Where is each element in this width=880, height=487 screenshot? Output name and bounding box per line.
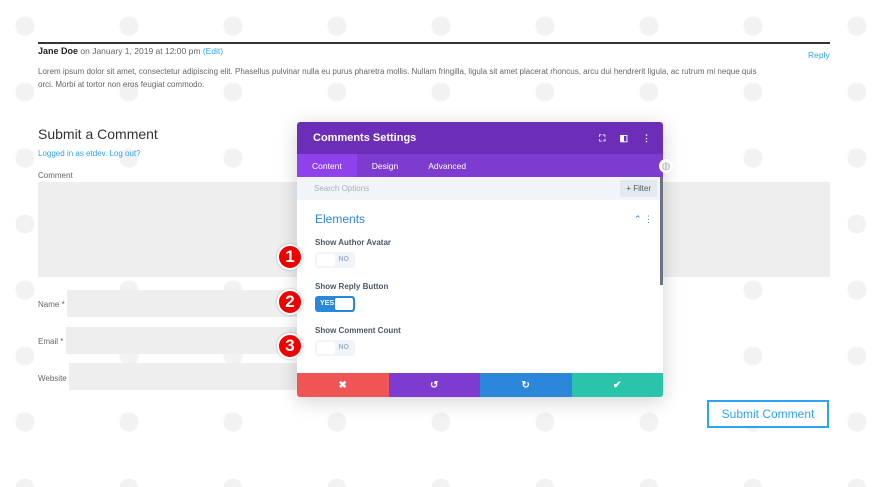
comment-divider bbox=[38, 42, 830, 44]
discard-button[interactable]: ✖ bbox=[297, 373, 389, 397]
undo-button[interactable]: ↺ bbox=[388, 373, 480, 397]
redo-icon: ↻ bbox=[521, 379, 530, 391]
website-input[interactable] bbox=[69, 363, 302, 390]
filter-button[interactable]: + Filter bbox=[620, 180, 657, 197]
reply-link[interactable]: Reply bbox=[808, 50, 830, 60]
option-label-author-avatar: Show Author Avatar bbox=[315, 238, 392, 247]
name-input[interactable] bbox=[67, 290, 302, 317]
chevron-up-icon[interactable]: ⌃ bbox=[634, 214, 642, 224]
comment-meta: Jane Doe on January 1, 2019 at 12:00 pm … bbox=[38, 46, 223, 56]
option-label-reply-button: Show Reply Button bbox=[315, 282, 389, 291]
form-title: Submit a Comment bbox=[38, 126, 158, 142]
search-placeholder: Search Options bbox=[314, 184, 370, 193]
modal-footer: ✖ ↺ ↻ ✔ bbox=[297, 373, 663, 397]
logged-in-link[interactable]: Logged in as etdev. Log out? bbox=[38, 149, 141, 158]
search-options-input[interactable]: Search Options + Filter bbox=[297, 177, 663, 200]
comments-settings-modal: Comments Settings ⛶ ◧ ⋮ Content Design Adv… bbox=[297, 122, 663, 397]
undo-icon: ↺ bbox=[430, 379, 439, 391]
toggle-state: NO bbox=[338, 344, 350, 351]
edit-link[interactable]: (Edit) bbox=[203, 46, 223, 56]
section-controls: ⌃ ⋮ bbox=[634, 214, 653, 225]
modal-tabs: Content Design Advanced bbox=[297, 154, 663, 177]
save-button[interactable]: ✔ bbox=[571, 373, 663, 397]
option-label-comment-count: Show Comment Count bbox=[315, 326, 401, 335]
toggle-state: YES bbox=[320, 300, 335, 307]
comment-author: Jane Doe bbox=[38, 46, 79, 56]
redo-button[interactable]: ↻ bbox=[480, 373, 572, 397]
globe-icon[interactable]: ◍ bbox=[659, 159, 673, 173]
email-label: Email * bbox=[38, 337, 64, 346]
tab-content[interactable]: Content bbox=[297, 154, 357, 177]
section-menu-icon[interactable]: ⋮ bbox=[644, 214, 653, 224]
comment-count-toggle[interactable]: NO bbox=[315, 340, 355, 356]
email-input[interactable] bbox=[66, 327, 302, 354]
name-label: Name * bbox=[38, 300, 65, 309]
tab-advanced[interactable]: Advanced bbox=[413, 154, 481, 177]
author-avatar-toggle[interactable]: NO bbox=[315, 252, 355, 268]
toggle-state: NO bbox=[338, 256, 350, 263]
modal-title: Comments Settings bbox=[313, 132, 417, 144]
comment-date: on January 1, 2019 at 12:00 pm bbox=[78, 46, 203, 56]
modal-header: Comments Settings ⛶ ◧ ⋮ bbox=[297, 122, 663, 154]
marker-2: 2 bbox=[277, 289, 303, 315]
website-label: Website bbox=[38, 374, 67, 383]
more-options-icon[interactable]: ⋮ bbox=[642, 133, 651, 144]
check-icon: ✔ bbox=[613, 379, 622, 391]
reply-button-toggle[interactable]: YES bbox=[315, 296, 355, 312]
tab-design[interactable]: Design bbox=[357, 154, 413, 177]
marker-3: 3 bbox=[277, 333, 303, 359]
scrollbar[interactable] bbox=[660, 177, 663, 285]
section-title[interactable]: Elements bbox=[315, 212, 365, 226]
close-icon: ✖ bbox=[338, 379, 347, 391]
comment-body: Lorem ipsum dolor sit amet, consectetur … bbox=[38, 67, 757, 89]
submit-comment-button[interactable]: Submit Comment bbox=[707, 400, 829, 428]
split-view-icon[interactable]: ◧ bbox=[619, 133, 628, 144]
comment-label: Comment bbox=[38, 171, 73, 180]
marker-1: 1 bbox=[277, 244, 303, 270]
fullscreen-icon[interactable]: ⛶ bbox=[599, 133, 605, 144]
